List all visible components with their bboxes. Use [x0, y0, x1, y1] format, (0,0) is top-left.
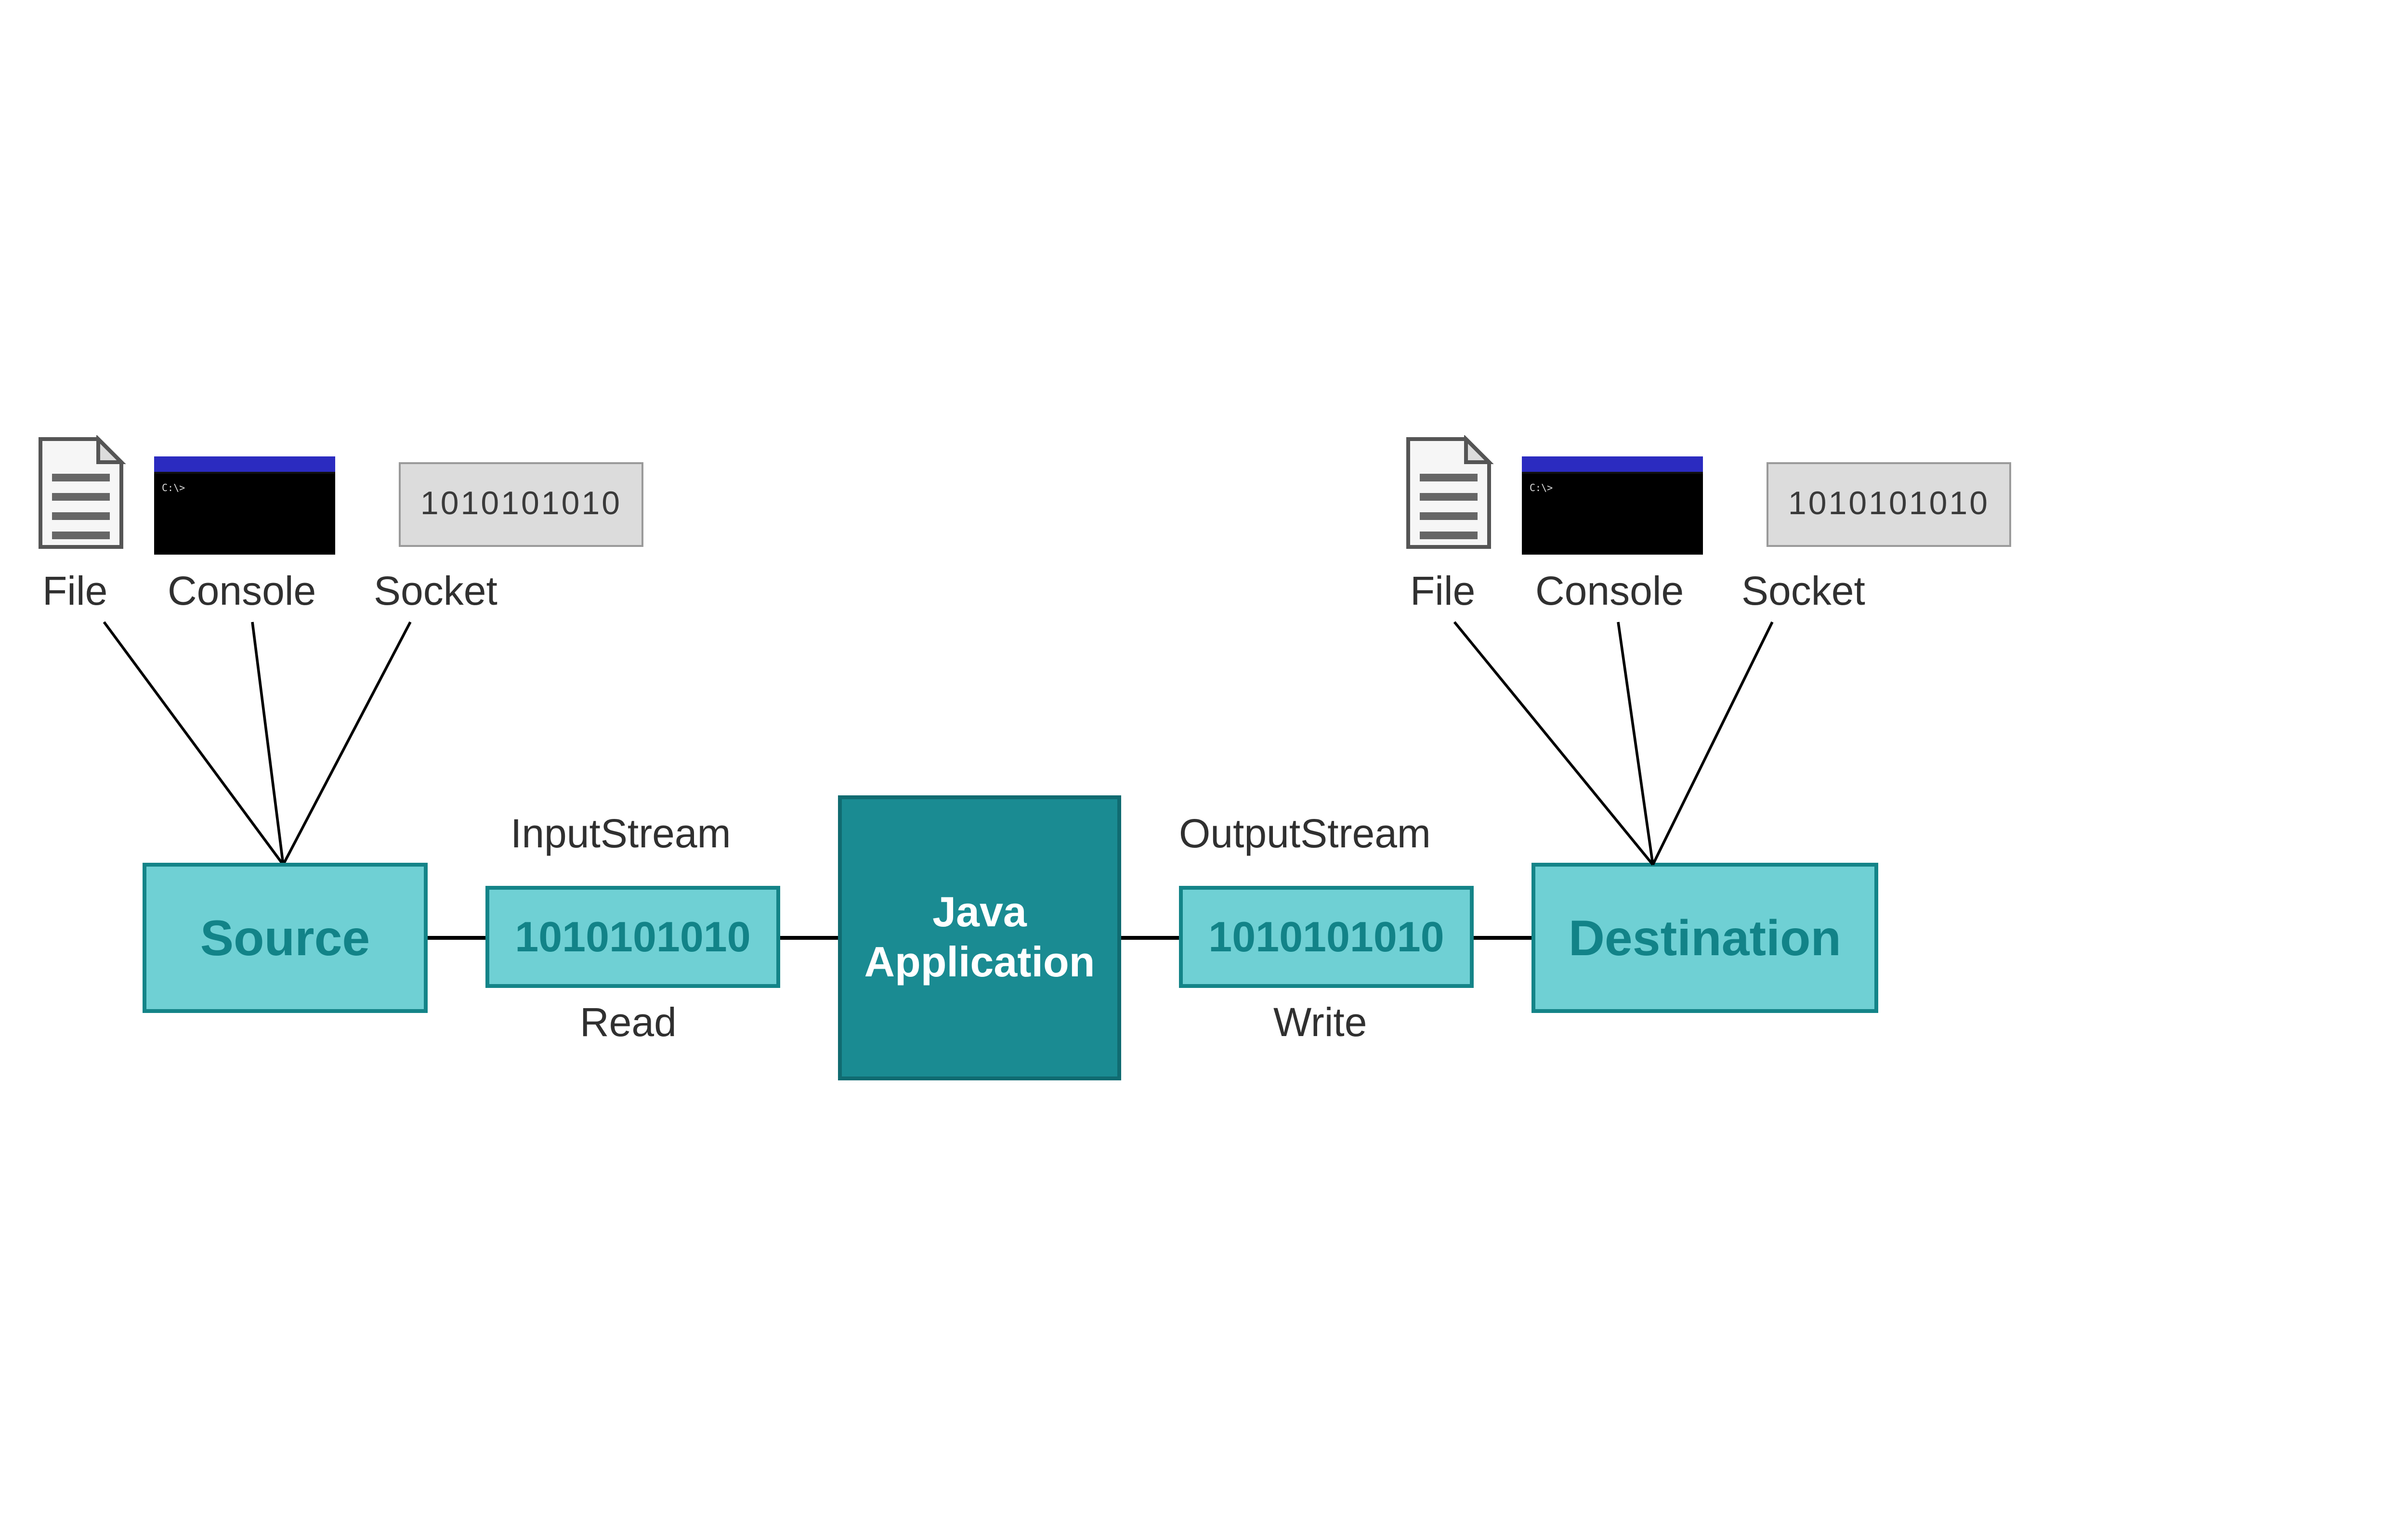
console-icon: C:\>: [154, 456, 335, 555]
inputstream-title: InputStream: [510, 813, 731, 859]
file-icon: [1400, 435, 1497, 551]
socket-label: Socket: [1741, 570, 1865, 616]
console-label: Console: [1535, 570, 1684, 616]
connector-line: [1474, 936, 1531, 940]
destination-box: Destination: [1531, 863, 1878, 1013]
console-icon: C:\>: [1522, 456, 1703, 555]
socket-binary: 1010101010: [1788, 485, 1989, 524]
socket-icon: 1010101010: [1767, 462, 2011, 547]
inputstream-binary: 1010101010: [515, 912, 750, 962]
socket-icon: 1010101010: [399, 462, 643, 547]
destination-box-label: Destination: [1569, 908, 1841, 968]
file-label: File: [42, 570, 107, 616]
svg-text:C:\>: C:\>: [162, 482, 185, 493]
console-label: Console: [168, 570, 316, 616]
connector-line: [780, 936, 838, 940]
inputstream-box: 1010101010: [485, 886, 780, 988]
connector-line: [1121, 936, 1179, 940]
svg-text:C:\>: C:\>: [1530, 482, 1553, 493]
inputstream-action: Read: [580, 1001, 677, 1048]
outputstream-box: 1010101010: [1179, 886, 1474, 988]
java-line1: Java: [864, 887, 1095, 938]
file-label: File: [1410, 570, 1475, 616]
file-icon: [33, 435, 129, 551]
socket-label: Socket: [374, 570, 497, 616]
outputstream-binary: 1010101010: [1208, 912, 1444, 962]
socket-binary: 1010101010: [420, 485, 622, 524]
source-box: Source: [143, 863, 428, 1013]
source-box-label: Source: [200, 908, 370, 968]
outputstream-title: OutputStream: [1179, 813, 1431, 859]
outputstream-action: Write: [1273, 1001, 1367, 1048]
java-application-box: Java Application: [838, 795, 1121, 1080]
connector-line: [428, 936, 485, 940]
java-line2: Application: [864, 938, 1095, 989]
